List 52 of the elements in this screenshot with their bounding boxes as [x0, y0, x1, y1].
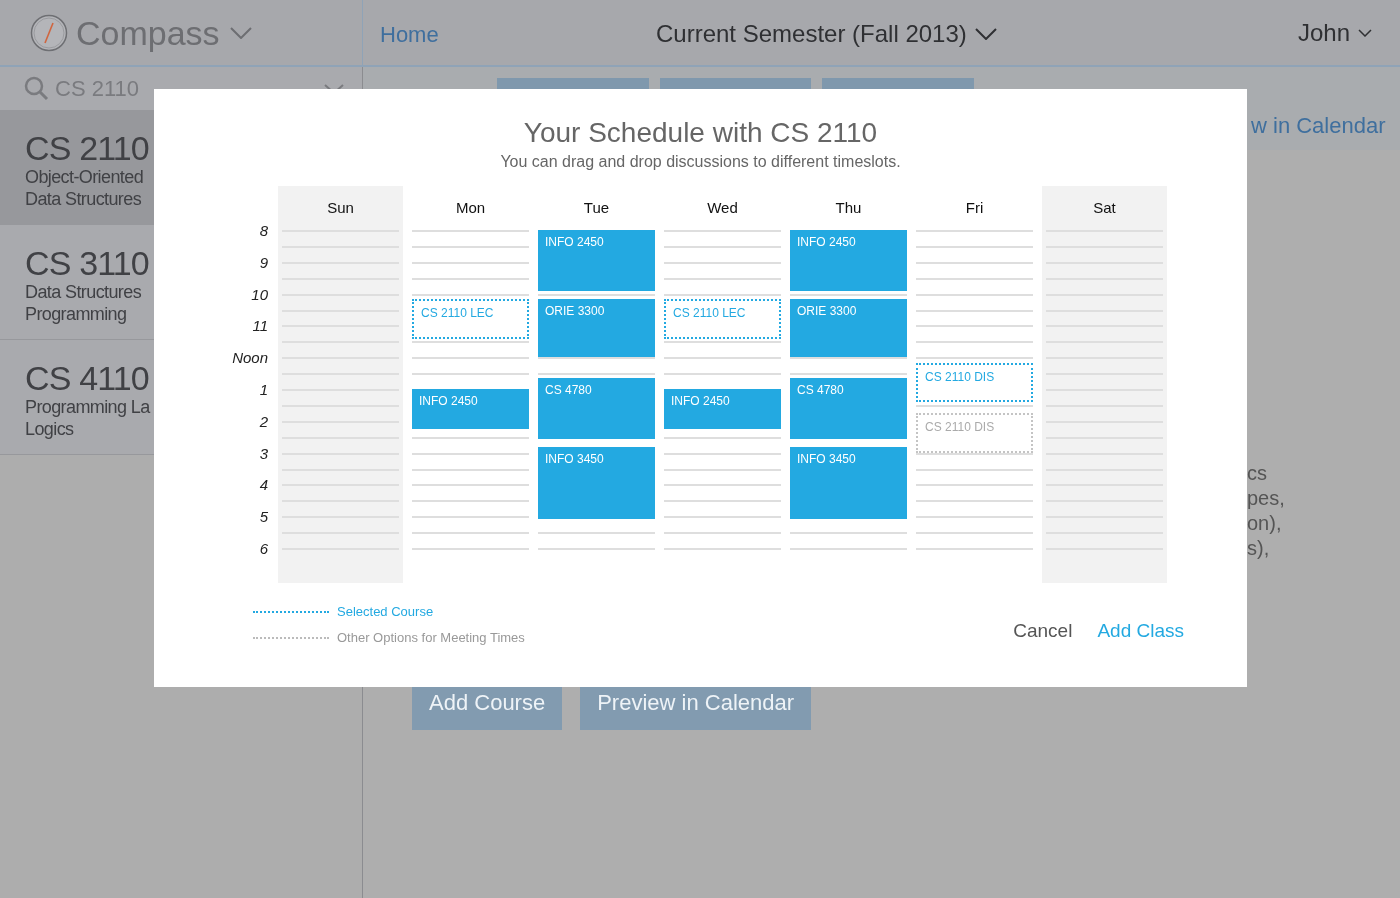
class-block[interactable]: INFO 2450: [664, 389, 781, 429]
day-label: Fri: [965, 197, 984, 218]
description-text: on),: [1247, 511, 1283, 536]
hour-label: 9: [259, 253, 268, 272]
chevron-down-icon: [974, 27, 997, 40]
chevron-down-icon: [229, 26, 252, 39]
class-block[interactable]: CS 2110 DIS: [916, 362, 1033, 403]
legend-label: Selected Course: [337, 603, 434, 621]
class-block[interactable]: INFO 2450: [538, 230, 655, 291]
class-block[interactable]: CS 4780: [790, 378, 907, 440]
day-label: Sat: [1093, 197, 1116, 218]
semester-dropdown[interactable]: Current Semester (Fall 2013): [656, 15, 997, 52]
class-block[interactable]: CS 2110 LEC: [412, 298, 529, 339]
hour-label: Noon: [232, 349, 268, 368]
description-text: pes,: [1247, 486, 1286, 511]
class-block[interactable]: CS 2110 LEC: [664, 298, 781, 339]
add-class-button[interactable]: Add Class: [1097, 616, 1184, 645]
class-block[interactable]: INFO 3450: [538, 447, 655, 519]
compass-icon: [30, 13, 68, 52]
class-block[interactable]: INFO 2450: [412, 389, 529, 429]
calendar-link[interactable]: w in Calendar: [1251, 113, 1386, 138]
day-label: Thu: [835, 197, 862, 218]
class-block[interactable]: ORIE 3300: [790, 298, 907, 358]
day-label: Mon: [455, 197, 486, 218]
hour-label: 6: [259, 540, 268, 558]
legend-label: Other Options for Meeting Times: [337, 629, 525, 647]
dialog-subtitle: You can drag and drop discussions to different timeslots.: [499, 152, 902, 172]
hour-label: 10: [251, 285, 268, 304]
user-menu[interactable]: John: [1297, 14, 1372, 51]
class-block[interactable]: ORIE 3300: [538, 298, 655, 358]
day-label: Sun: [327, 197, 354, 218]
home-link[interactable]: Home: [380, 18, 630, 51]
class-block[interactable]: INFO 2450: [790, 230, 907, 291]
day-label: Tue: [583, 197, 610, 218]
search-icon: [24, 76, 49, 101]
app-menu-button[interactable]: Compass: [76, 15, 252, 50]
cancel-button[interactable]: Cancel: [1013, 616, 1073, 645]
class-block[interactable]: INFO 3450: [790, 447, 907, 519]
description-text: cs: [1247, 461, 1268, 486]
day-label: Wed: [707, 197, 738, 218]
hour-label: 11: [252, 317, 268, 336]
hour-label: 5: [259, 508, 268, 527]
class-block[interactable]: CS 4780: [538, 378, 655, 440]
description-text: s),: [1247, 536, 1271, 561]
chevron-down-icon: [1358, 28, 1372, 37]
hour-label: 2: [259, 412, 268, 431]
class-block[interactable]: CS 2110 DIS: [916, 412, 1033, 453]
hour-label: 4: [259, 476, 268, 495]
hour-label: 1: [259, 381, 268, 399]
hour-label: 3: [259, 444, 268, 463]
dialog-title: Your Schedule with CS 2110: [522, 116, 879, 150]
hour-label: 8: [259, 222, 268, 240]
